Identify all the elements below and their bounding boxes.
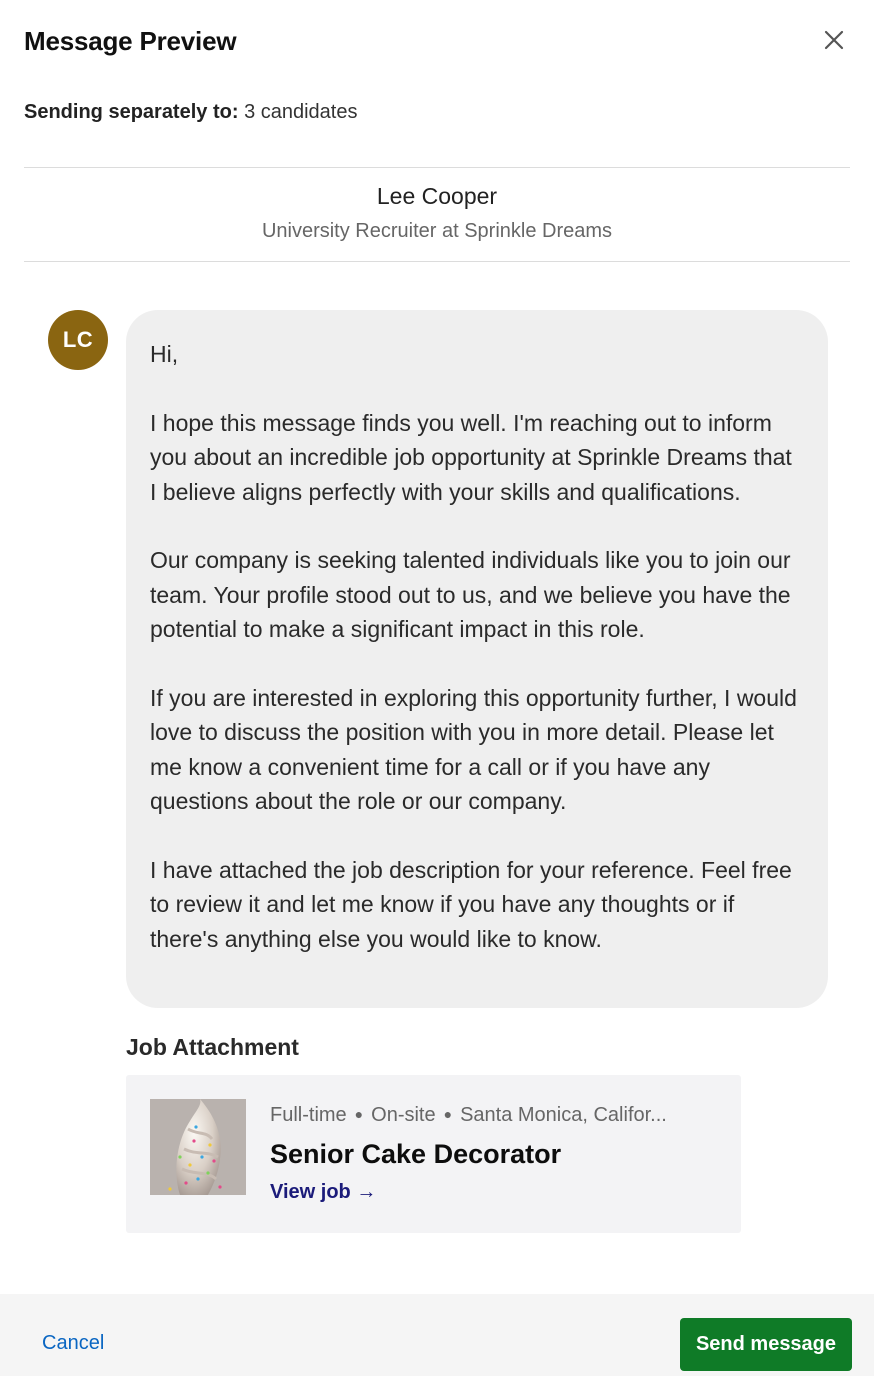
close-icon: [823, 29, 845, 56]
message-paragraph: Our company is seeking talented individu…: [150, 547, 791, 643]
sender-headline: University Recruiter at Sprinkle Dreams: [261, 220, 613, 242]
sender-info: Lee Cooper University Recruiter at Sprin…: [24, 183, 850, 243]
view-job-link[interactable]: View job →: [270, 1181, 376, 1204]
recipients-label: Sending separately to:: [24, 101, 239, 123]
sender-name: Lee Cooper: [376, 183, 498, 209]
recipients-line: Sending separately to: 3 candidates: [24, 101, 357, 124]
message-preview-modal: Message Preview Sending separately to: 3…: [0, 0, 874, 1376]
job-employment-type: Full-time: [270, 1104, 347, 1126]
avatar: LC: [48, 310, 108, 370]
message-bubble: Hi, I hope this message finds you well. …: [126, 310, 828, 1008]
separator-dot: ●: [354, 1106, 364, 1122]
modal-title: Message Preview: [24, 26, 237, 56]
separator-dot: ●: [443, 1106, 453, 1122]
job-title: Senior Cake Decorator: [270, 1139, 562, 1169]
recipients-count: 3 candidates: [244, 101, 358, 123]
close-button[interactable]: [818, 26, 850, 58]
message-paragraph: I have attached the job description for …: [150, 857, 792, 952]
message-paragraph: Hi,: [150, 341, 179, 367]
divider: [24, 261, 850, 262]
message-paragraph: I hope this message finds you well. I'm …: [150, 409, 792, 505]
send-message-button[interactable]: Send message: [680, 1318, 852, 1371]
modal-footer: Cancel Send message: [0, 1294, 874, 1376]
message-paragraph: If you are interested in exploring this …: [150, 685, 797, 815]
job-attachment-label: Job Attachment: [126, 1034, 299, 1060]
job-workplace: On-site: [371, 1104, 436, 1126]
cancel-button[interactable]: Cancel: [42, 1332, 104, 1355]
job-attachment-card[interactable]: Full-time ● On-site ● Santa Monica, Califor.…: [126, 1075, 741, 1233]
job-thumbnail-image: [150, 1099, 246, 1195]
modal-header: Message Preview: [24, 26, 850, 66]
job-location: Santa Monica, Califor...: [460, 1104, 667, 1126]
job-meta: Full-time ● On-site ● Santa Monica, Califor.…: [270, 1104, 710, 1127]
divider: [24, 167, 850, 168]
